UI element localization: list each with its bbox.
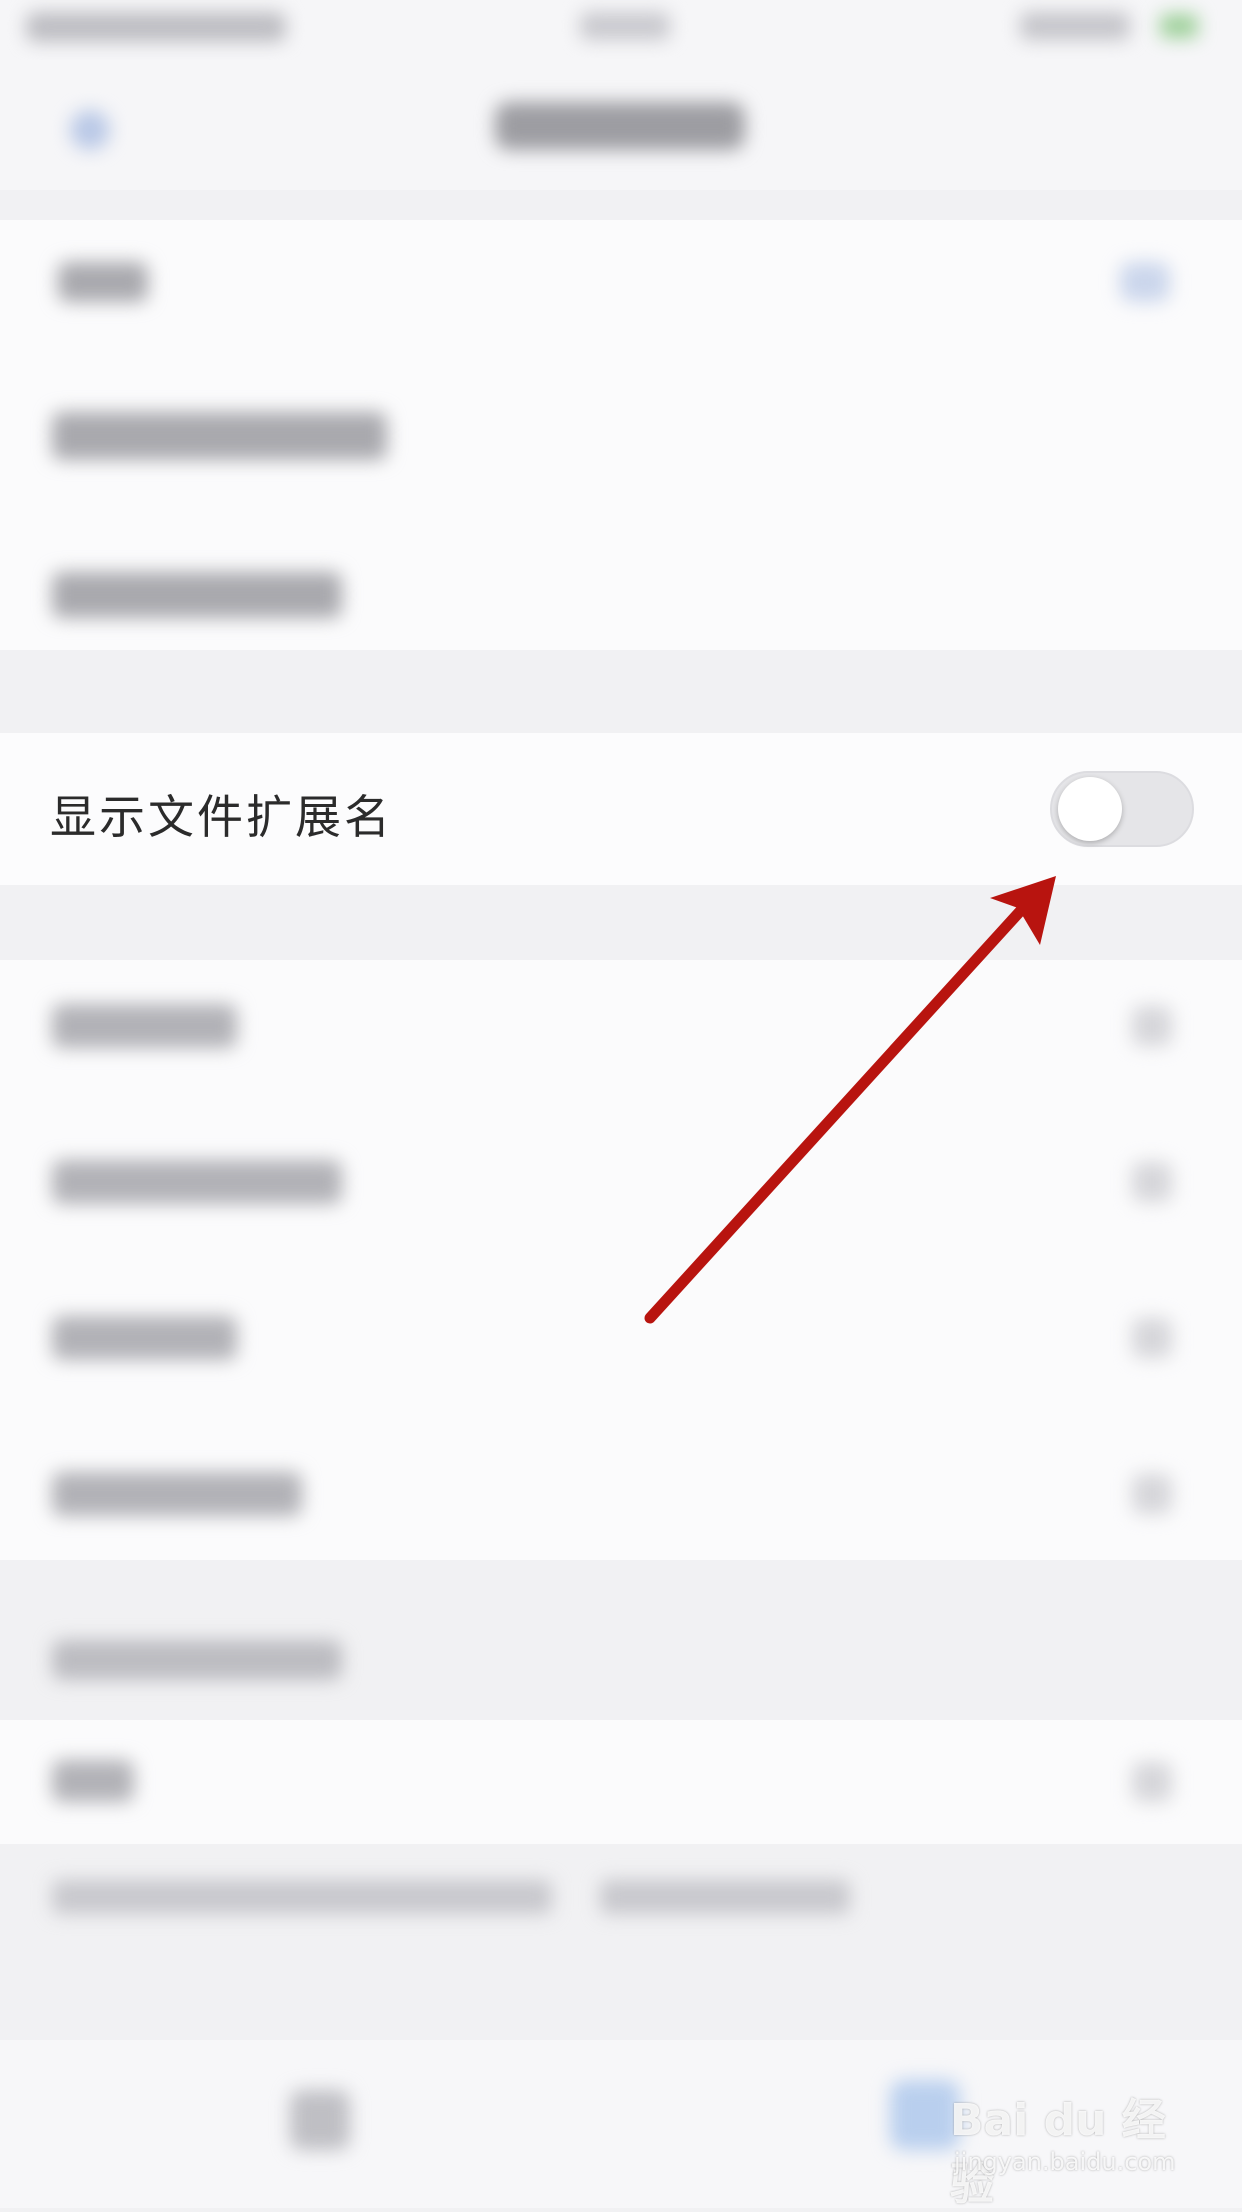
- settings-group-3: [0, 1720, 1242, 1844]
- settings-row-7-label[interactable]: [52, 1472, 302, 1516]
- settings-row-2-label[interactable]: [52, 412, 387, 460]
- chevron-right-icon: [1132, 1474, 1172, 1514]
- settings-row-1-value[interactable]: [1120, 262, 1170, 302]
- arrow-head: [990, 876, 1056, 945]
- page-title: [495, 102, 745, 150]
- back-icon[interactable]: [70, 110, 110, 150]
- status-time: [26, 12, 286, 42]
- settings-row-8-label[interactable]: [52, 1760, 134, 1802]
- chevron-right-icon: [1132, 1318, 1172, 1358]
- toggle-knob: [1058, 777, 1122, 841]
- settings-row-5-label[interactable]: [52, 1160, 342, 1204]
- settings-group-2: [0, 960, 1242, 1560]
- status-battery-icon: [1020, 12, 1130, 40]
- show-file-extension-toggle[interactable]: [1050, 771, 1194, 847]
- chevron-right-icon: [1132, 1006, 1172, 1046]
- baidu-watermark: Bai du 经验 jingyan.baidu.com: [950, 2070, 1190, 2210]
- show-file-extension-row: 显示文件扩展名: [0, 733, 1242, 885]
- chevron-right-icon: [1132, 1162, 1172, 1202]
- footer-note: [52, 1880, 552, 1914]
- show-file-extension-label: 显示文件扩展名: [50, 790, 393, 844]
- settings-row-6-label[interactable]: [52, 1316, 237, 1360]
- status-center: [580, 12, 670, 40]
- battery-level-icon: [1160, 14, 1198, 38]
- folder-icon[interactable]: [290, 2090, 350, 2150]
- footer-note-link[interactable]: [600, 1880, 850, 1914]
- settings-row-3-label[interactable]: [52, 572, 342, 618]
- watermark-url: jingyan.baidu.com: [954, 2148, 1176, 2176]
- settings-row-1-label[interactable]: [58, 262, 148, 302]
- section-header: [52, 1640, 342, 1680]
- settings-row-4-label[interactable]: [52, 1004, 237, 1048]
- chevron-right-icon: [1132, 1762, 1172, 1802]
